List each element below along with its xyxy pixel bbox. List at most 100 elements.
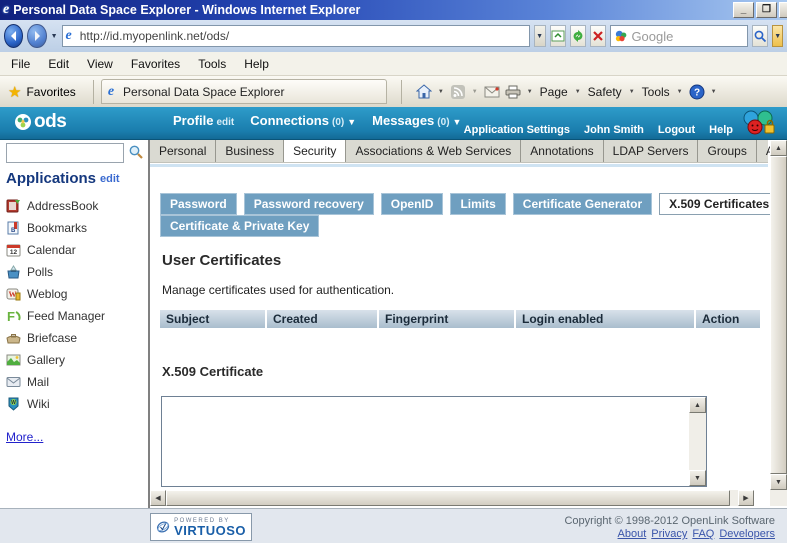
app-label: Mail	[27, 375, 49, 389]
menu-view[interactable]: View	[78, 54, 122, 74]
app-briefcase[interactable]: Briefcase	[6, 330, 105, 346]
app-weblog[interactable]: W Weblog	[6, 286, 105, 302]
application-settings-link[interactable]: Application Settings	[464, 124, 570, 136]
app-feed-manager[interactable]: F Feed Manager	[6, 308, 105, 324]
scroll-right-button[interactable]: ▶	[738, 490, 754, 506]
scroll-up-button[interactable]: ▲	[770, 140, 787, 156]
privacy-link[interactable]: Privacy	[651, 528, 687, 540]
subtab-x509-certificates[interactable]: X.509 Certificates	[659, 193, 779, 215]
faq-link[interactable]: FAQ	[692, 528, 714, 540]
feeds-dropdown[interactable]: ▼	[470, 89, 480, 95]
more-link[interactable]: More...	[6, 430, 43, 444]
feeds-button[interactable]	[449, 83, 467, 101]
tab-security[interactable]: Security	[284, 140, 346, 162]
app-polls[interactable]: Polls	[6, 264, 105, 280]
compatibility-view-button[interactable]	[550, 25, 566, 47]
profile-edit-link[interactable]: edit	[216, 117, 234, 128]
print-button[interactable]	[504, 83, 522, 101]
certificate-textarea[interactable]	[162, 397, 690, 486]
tools-menu[interactable]: Tools	[640, 85, 672, 99]
help-dropdown[interactable]: ▼	[709, 89, 719, 95]
help-button[interactable]: ?	[688, 83, 706, 101]
help-link[interactable]: Help	[709, 124, 733, 136]
nav-messages[interactable]: Messages(0)▼	[372, 113, 461, 128]
address-input[interactable]	[80, 29, 526, 43]
subtab-certificate-generator[interactable]: Certificate Generator	[513, 193, 652, 215]
scrollbar-thumb[interactable]	[770, 156, 787, 474]
menu-file[interactable]: File	[2, 54, 39, 74]
virtuoso-badge[interactable]: POWERED BY VIRTUOSO	[150, 513, 252, 541]
print-dropdown[interactable]: ▼	[525, 89, 535, 95]
app-bookmarks[interactable]: B Bookmarks	[6, 220, 105, 236]
tab-business[interactable]: Business	[216, 140, 284, 162]
home-dropdown[interactable]: ▼	[436, 89, 446, 95]
search-options-dropdown[interactable]: ▼	[772, 25, 783, 47]
tab-annotations[interactable]: Annotations	[521, 140, 603, 162]
ods-logo[interactable]: ods	[14, 111, 66, 133]
tab-groups[interactable]: Groups	[698, 140, 756, 162]
app-wiki[interactable]: W Wiki	[6, 396, 105, 412]
window-controls: _ ❐ ×	[733, 2, 787, 18]
subtab-certificate-private-key[interactable]: Certificate & Private Key	[160, 215, 319, 237]
subtab-openid[interactable]: OpenID	[381, 193, 444, 215]
nav-profile[interactable]: Profileedit	[173, 113, 234, 128]
menu-favorites[interactable]: Favorites	[122, 54, 189, 74]
subtab-password-recovery[interactable]: Password recovery	[244, 193, 374, 215]
user-link[interactable]: John Smith	[584, 124, 644, 136]
menu-help[interactable]: Help	[235, 54, 278, 74]
about-link[interactable]: About	[618, 528, 647, 540]
safety-dropdown[interactable]: ▼	[627, 89, 637, 95]
logout-link[interactable]: Logout	[658, 124, 695, 136]
favorites-button[interactable]: ★ Favorites	[0, 80, 90, 104]
menu-edit[interactable]: Edit	[39, 54, 78, 74]
search-go-button[interactable]	[752, 25, 768, 47]
browser-tab[interactable]: e Personal Data Space Explorer	[101, 79, 387, 104]
developers-link[interactable]: Developers	[719, 528, 775, 540]
scroll-up-button[interactable]: ▲	[689, 397, 706, 413]
restore-button[interactable]: ❐	[756, 2, 777, 18]
minimize-button[interactable]: _	[733, 2, 754, 18]
app-calendar[interactable]: 12 Calendar	[6, 242, 105, 258]
tools-dropdown[interactable]: ▼	[675, 89, 685, 95]
certificates-table-header: Subject Created Fingerprint Login enable…	[160, 310, 760, 328]
vertical-scrollbar[interactable]: ▲ ▼	[770, 140, 787, 490]
app-gallery[interactable]: Gallery	[6, 352, 105, 368]
scroll-left-button[interactable]: ◀	[150, 490, 166, 506]
page-menu[interactable]: Page	[538, 85, 570, 99]
back-button[interactable]	[4, 24, 23, 48]
textarea-scrollbar[interactable]: ▲ ▼	[689, 397, 706, 486]
address-dropdown-button[interactable]: ▼	[534, 25, 546, 47]
subtab-limits[interactable]: Limits	[450, 193, 505, 215]
scrollbar-thumb[interactable]	[166, 490, 730, 506]
refresh-button[interactable]	[570, 25, 586, 47]
nav-connections[interactable]: Connections(0)▼	[250, 113, 356, 128]
horizontal-scrollbar[interactable]: ◀ ▶	[150, 490, 754, 506]
forward-button[interactable]	[27, 24, 46, 48]
tab-personal[interactable]: Personal	[150, 140, 216, 162]
menu-tools[interactable]: Tools	[189, 54, 235, 74]
presence-icons[interactable]	[737, 109, 779, 140]
favorites-label: Favorites	[26, 85, 75, 99]
ie-logo-icon: e	[3, 2, 9, 18]
tab-ldap-servers[interactable]: LDAP Servers	[604, 140, 699, 162]
close-button[interactable]: ×	[779, 2, 787, 18]
recent-pages-dropdown[interactable]: ▼	[51, 33, 58, 40]
search-icon	[753, 29, 767, 43]
page-dropdown[interactable]: ▼	[573, 89, 583, 95]
app-addressbook[interactable]: AddressBook	[6, 198, 105, 214]
tab-associations[interactable]: Associations & Web Services	[346, 140, 521, 162]
search-input[interactable]	[631, 29, 743, 44]
safety-menu[interactable]: Safety	[586, 85, 624, 99]
stop-button[interactable]	[590, 25, 606, 47]
home-button[interactable]	[415, 83, 433, 101]
subtab-password[interactable]: Password	[160, 193, 237, 215]
sidebar-search-input[interactable]	[7, 144, 123, 162]
search-button[interactable]	[128, 144, 144, 163]
app-mail[interactable]: Mail	[6, 374, 105, 390]
command-bar: ★ Favorites e Personal Data Space Explor…	[0, 76, 787, 107]
read-mail-button[interactable]	[483, 83, 501, 101]
scroll-down-button[interactable]: ▼	[689, 470, 706, 486]
applications-edit-link[interactable]: edit	[100, 173, 120, 185]
scroll-down-button[interactable]: ▼	[770, 474, 787, 490]
stop-x-icon	[592, 30, 604, 42]
